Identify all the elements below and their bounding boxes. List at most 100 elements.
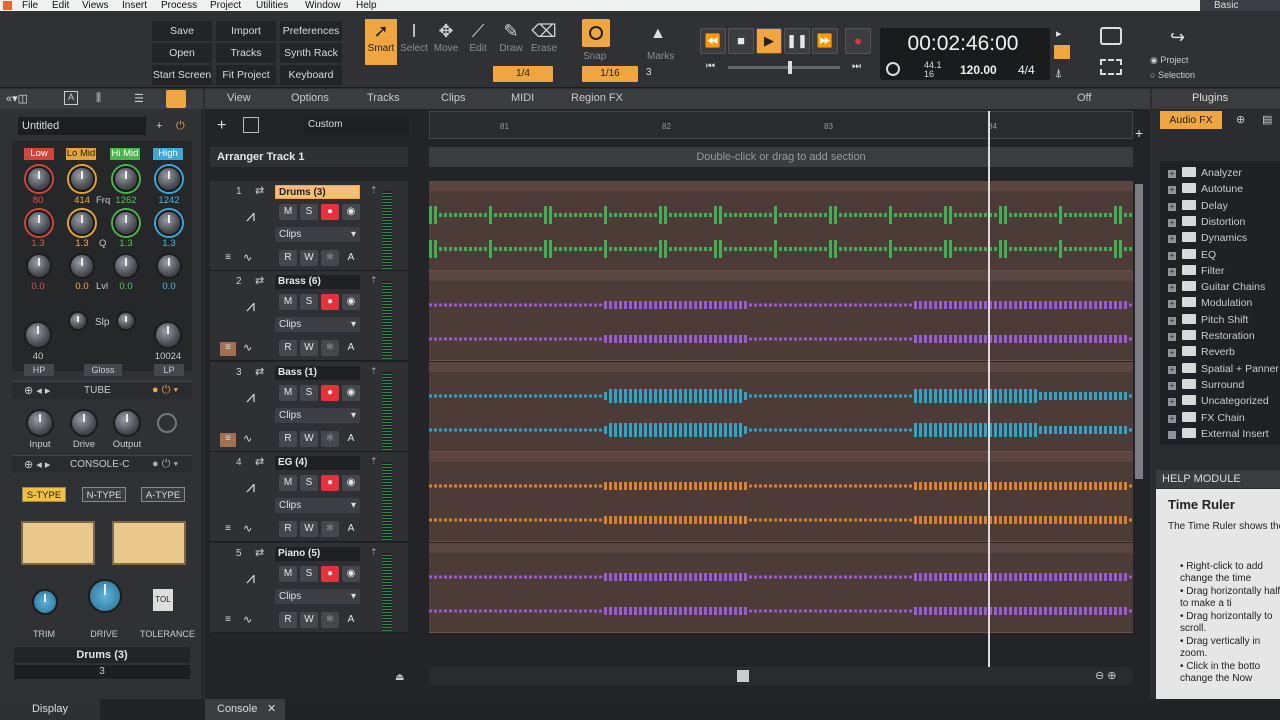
automation-icon[interactable]: ∿ bbox=[243, 432, 252, 445]
record-arm-button[interactable]: ● bbox=[321, 566, 339, 582]
automation-icon[interactable]: ∿ bbox=[243, 341, 252, 354]
read-button[interactable]: R bbox=[279, 340, 297, 356]
smart-tool[interactable]: ➚ Smart bbox=[365, 19, 397, 65]
move-tool[interactable]: ✥ Move bbox=[430, 19, 462, 65]
expand-icon[interactable]: + bbox=[1168, 186, 1176, 195]
track-expand-icon[interactable]: ⇡ bbox=[370, 185, 378, 196]
track-edit-icon[interactable]: ≡ bbox=[220, 614, 236, 628]
rewind-button[interactable]: ⏪ bbox=[700, 28, 726, 54]
power-icon[interactable] bbox=[166, 90, 186, 108]
selection-radio[interactable]: ○ Selection bbox=[1150, 70, 1195, 80]
preferences-button[interactable]: Preferences bbox=[280, 21, 342, 41]
tube-output-knob[interactable] bbox=[113, 409, 141, 437]
track-folder-icon[interactable] bbox=[243, 117, 259, 133]
marks-icon[interactable]: ▲ bbox=[650, 25, 672, 45]
waveform-icon[interactable]: ⫼ bbox=[96, 92, 101, 105]
write-button[interactable]: W bbox=[300, 250, 318, 266]
snap-grid-value[interactable]: 1/16 bbox=[582, 66, 638, 82]
track-edit-icon[interactable]: ≡ bbox=[220, 523, 236, 537]
synth-rack-button[interactable]: Synth Rack bbox=[280, 43, 342, 63]
drive-knob[interactable] bbox=[88, 579, 122, 613]
track-lane[interactable] bbox=[429, 362, 1133, 452]
track-name[interactable]: EG (4) bbox=[275, 456, 360, 470]
track-settings-icon[interactable]: ⇄ bbox=[255, 365, 264, 378]
track-expand-icon[interactable]: ⇡ bbox=[370, 456, 378, 467]
region-fx-menu[interactable]: Region FX bbox=[571, 92, 623, 106]
mute-button[interactable]: M bbox=[279, 294, 297, 310]
read-button[interactable]: R bbox=[279, 521, 297, 537]
plugin-folder-delay[interactable]: Delay bbox=[1182, 199, 1228, 214]
archive-button[interactable]: A bbox=[342, 431, 360, 447]
keyboard-button[interactable]: Keyboard bbox=[280, 65, 342, 85]
archive-button[interactable]: A bbox=[342, 521, 360, 537]
plugin-folder-fx-chain[interactable]: FX Chain bbox=[1182, 411, 1245, 426]
add-track-icon[interactable]: + bbox=[217, 117, 226, 135]
plugin-folder-analyzer[interactable]: Analyzer bbox=[1182, 166, 1242, 181]
low-freq-knob[interactable] bbox=[26, 166, 52, 192]
a-type-button[interactable]: A-TYPE bbox=[141, 487, 185, 502]
menu-views[interactable]: Views bbox=[82, 0, 109, 11]
read-button[interactable]: R bbox=[279, 431, 297, 447]
zoom-icon[interactable]: ⊖ ⊕ bbox=[1095, 669, 1117, 682]
console-power-icon[interactable]: ● ⏻ ▾ bbox=[152, 458, 178, 471]
himid-q-knob[interactable] bbox=[113, 210, 139, 236]
tracks-menu[interactable]: Tracks bbox=[367, 92, 400, 106]
tube-input-knob[interactable] bbox=[26, 409, 54, 437]
band-low-label[interactable]: Low bbox=[24, 148, 54, 160]
solo-button[interactable]: S bbox=[300, 294, 318, 310]
mute-button[interactable]: M bbox=[279, 204, 297, 220]
hp-button[interactable]: HP bbox=[24, 364, 54, 376]
tracks-button[interactable]: Tracks bbox=[216, 43, 276, 63]
record-arm-button[interactable]: ● bbox=[321, 294, 339, 310]
now-time[interactable]: 00:02:46:00 bbox=[880, 32, 1046, 56]
track-lane[interactable] bbox=[429, 181, 1133, 271]
arranger-track-name[interactable]: Arranger Track 1 bbox=[210, 147, 408, 167]
workspace-selector[interactable]: Basic bbox=[1200, 0, 1280, 11]
write-button[interactable]: W bbox=[300, 612, 318, 628]
track-settings-icon[interactable]: ⇄ bbox=[255, 274, 264, 287]
input-echo-button[interactable]: ◉ bbox=[342, 294, 360, 310]
off-toggle[interactable]: Off bbox=[1077, 92, 1091, 106]
snap-number[interactable]: 3 bbox=[646, 67, 652, 78]
console-tab[interactable]: Console ✕ bbox=[205, 699, 285, 720]
track-lane[interactable] bbox=[429, 452, 1133, 542]
slope-left-knob[interactable] bbox=[68, 311, 88, 331]
high-level-knob[interactable] bbox=[156, 253, 182, 279]
expand-icon[interactable]: + bbox=[1168, 381, 1176, 390]
module-menu-icon[interactable]: ⊕ ◂ ▸ bbox=[24, 384, 50, 397]
tube-mode-icon[interactable] bbox=[157, 413, 177, 433]
s-type-button[interactable]: S-TYPE bbox=[22, 487, 66, 502]
expand-icon[interactable]: + bbox=[1168, 316, 1176, 325]
menu-window[interactable]: Window bbox=[305, 0, 341, 11]
vertical-scrollbar[interactable] bbox=[1135, 184, 1143, 479]
menu-insert[interactable]: Insert bbox=[122, 0, 147, 11]
expand-icon[interactable]: + bbox=[1168, 267, 1176, 276]
plugin-folder-spatial-panner[interactable]: Spatial + Panner bbox=[1182, 362, 1279, 377]
start-screen-button[interactable]: Start Screen bbox=[152, 65, 212, 85]
plugin-folder-filter[interactable]: Filter bbox=[1182, 264, 1224, 279]
record-arm-button[interactable]: ● bbox=[321, 475, 339, 491]
track-view-select[interactable]: Clips ▾ bbox=[275, 317, 360, 332]
n-type-button[interactable]: N-TYPE bbox=[82, 487, 126, 502]
record-arm-button[interactable]: ● bbox=[321, 204, 339, 220]
track-header[interactable]: 1 ⇄ Drums (3) ⇡ ⩘ M S ● ◉ Clips ▾ ≡ ∿ R W… bbox=[210, 181, 408, 271]
band-high-label[interactable]: High bbox=[153, 148, 183, 160]
now-time-marker[interactable] bbox=[988, 111, 990, 669]
tempo[interactable]: 120.00 bbox=[960, 63, 997, 77]
archive-button[interactable]: A bbox=[342, 340, 360, 356]
track-name[interactable]: Drums (3) bbox=[275, 185, 360, 199]
expand-icon[interactable]: + bbox=[1168, 398, 1176, 407]
draw-tool[interactable]: ✎ Draw bbox=[495, 19, 527, 65]
plugin-folder-guitar-chains[interactable]: Guitar Chains bbox=[1182, 280, 1265, 295]
options-menu[interactable]: Options bbox=[291, 92, 329, 106]
close-icon[interactable]: ✕ bbox=[267, 699, 276, 720]
go-to-end-icon[interactable]: ⏭ bbox=[852, 61, 861, 72]
low-level-knob[interactable] bbox=[26, 253, 52, 279]
display-tab[interactable]: Display bbox=[0, 699, 100, 720]
track-header[interactable]: 3 ⇄ Bass (1) ⇡ ⩘ M S ● ◉ Clips ▾ ≡ ∿ R W … bbox=[210, 362, 408, 452]
record-arm-button[interactable]: ● bbox=[321, 385, 339, 401]
archive-button[interactable]: A bbox=[342, 250, 360, 266]
record-button[interactable]: ● bbox=[845, 28, 871, 54]
lp-knob[interactable] bbox=[154, 321, 182, 349]
edit-tool[interactable]: ⟋ Edit bbox=[462, 19, 494, 65]
